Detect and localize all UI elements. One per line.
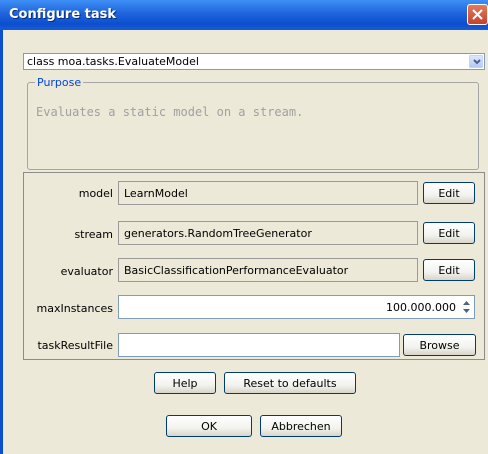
max-instances-value: 100.000.000 — [386, 301, 456, 314]
edit-evaluator-button-label: Edit — [438, 264, 460, 277]
configure-task-dialog: Configure task class moa.tasks.EvaluateM… — [0, 0, 488, 454]
close-button[interactable] — [467, 4, 488, 25]
option-label-model: model — [78, 187, 113, 200]
edit-model-button-label: Edit — [438, 187, 460, 200]
option-value-stream-text: generators.RandomTreeGenerator — [124, 227, 312, 240]
reset-defaults-button-label: Reset to defaults — [243, 377, 337, 390]
option-value-stream: generators.RandomTreeGenerator — [118, 221, 418, 245]
help-button-label: Help — [172, 377, 198, 390]
option-value-evaluator-text: BasicClassificationPerformanceEvaluator — [124, 264, 349, 277]
browse-button[interactable]: Browse — [403, 334, 476, 356]
window-frame-left — [0, 30, 3, 454]
ok-button[interactable]: OK — [166, 415, 252, 437]
option-label-stream: stream — [74, 228, 113, 241]
option-label-task-result-file: taskResultFile — [37, 339, 113, 352]
option-value-evaluator: BasicClassificationPerformanceEvaluator — [118, 258, 418, 282]
ok-button-label: OK — [201, 420, 217, 433]
edit-stream-button-label: Edit — [438, 227, 460, 240]
option-value-model: LearnModel — [118, 181, 418, 205]
cancel-button[interactable]: Abbrechen — [260, 415, 342, 437]
browse-button-label: Browse — [419, 339, 460, 352]
spinner-arrows-icon[interactable] — [461, 298, 472, 316]
title-bar[interactable]: Configure task — [0, 0, 488, 30]
cancel-button-label: Abbrechen — [271, 420, 331, 433]
task-class-value: class moa.tasks.EvaluateModel — [27, 55, 199, 68]
task-class-dropdown-button[interactable] — [469, 55, 483, 68]
purpose-group — [27, 82, 479, 170]
option-label-max-instances: maxInstances — [36, 302, 113, 315]
task-class-select[interactable]: class moa.tasks.EvaluateModel — [23, 53, 485, 70]
option-label-evaluator: evaluator — [60, 265, 113, 278]
option-value-model-text: LearnModel — [124, 187, 188, 200]
help-button[interactable]: Help — [154, 372, 216, 394]
max-instances-input[interactable]: 100.000.000 — [118, 295, 475, 319]
chevron-down-icon — [473, 59, 481, 65]
purpose-legend: Purpose — [35, 76, 84, 89]
reset-defaults-button[interactable]: Reset to defaults — [224, 372, 356, 394]
edit-stream-button[interactable]: Edit — [423, 222, 475, 244]
close-icon — [472, 9, 483, 20]
task-result-file-input[interactable] — [118, 333, 400, 357]
window-title: Configure task — [9, 7, 117, 22]
edit-model-button[interactable]: Edit — [423, 182, 475, 204]
edit-evaluator-button[interactable]: Edit — [423, 259, 475, 281]
purpose-description: Evaluates a static model on a stream. — [36, 105, 304, 119]
